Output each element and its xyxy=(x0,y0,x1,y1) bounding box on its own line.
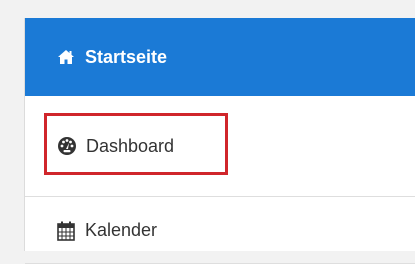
home-icon xyxy=(55,46,77,68)
calendar-icon xyxy=(55,220,77,242)
dashboard-gauge-icon xyxy=(56,135,78,157)
sidebar-nav: Startseite Dashboard Kalender xyxy=(24,18,415,264)
sidebar-item-label: Dashboard xyxy=(86,135,175,156)
sidebar-item-dashboard[interactable]: Dashboard xyxy=(25,96,415,197)
sidebar-item-label: Kalender xyxy=(85,220,158,240)
sidebar-item-label: Startseite xyxy=(85,46,168,67)
sidebar-item-kalender[interactable]: Kalender xyxy=(25,198,415,264)
sidebar-item-startseite[interactable]: Startseite xyxy=(25,18,415,96)
